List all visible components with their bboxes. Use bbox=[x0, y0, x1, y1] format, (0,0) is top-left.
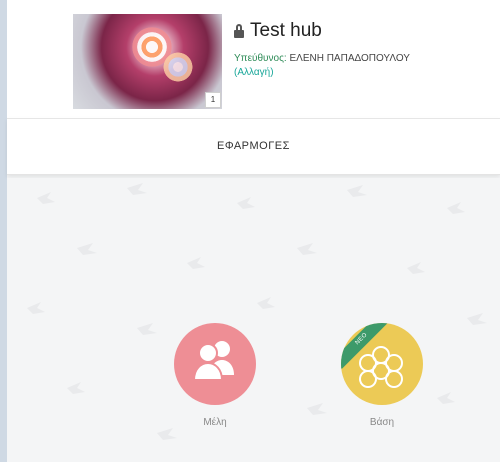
cover-count-badge[interactable]: 1 bbox=[205, 92, 221, 108]
manager-label: Υπεύθυνος: bbox=[234, 53, 287, 64]
app-members-label: Μέλη bbox=[203, 417, 227, 428]
apps-area: Μέλη ΝΕΟ Βάση bbox=[7, 178, 500, 462]
hub-title-row: Test hub bbox=[234, 18, 322, 44]
app-database-label: Βάση bbox=[369, 417, 395, 428]
manager-name: ΕΛΕΝΗ ΠΑΠΑΔΟΠΟΥΛΟΥ bbox=[289, 53, 410, 64]
hexagons-icon bbox=[359, 346, 403, 388]
app-members[interactable]: Μέλη bbox=[170, 323, 260, 428]
hub-cover-image[interactable]: 1 bbox=[73, 14, 222, 109]
tab-applications[interactable]: ΕΦΑΡΜΟΓΕΣ bbox=[7, 119, 500, 174]
hub-title: Test hub bbox=[250, 20, 322, 41]
app-database-icon-circle[interactable]: ΝΕΟ bbox=[341, 323, 423, 405]
tab-bar: ΕΦΑΡΜΟΓΕΣ bbox=[7, 118, 500, 175]
hub-manager: Υπεύθυνος: ΕΛΕΝΗ ΠΑΠΑΔΟΠΟΥΛΟΥ (Αλλαγή) bbox=[234, 52, 444, 80]
lock-icon bbox=[234, 24, 244, 38]
hub-header: 1 Test hub Υπεύθυνος: ΕΛΕΝΗ ΠΑΠΑΔΟΠΟΥΛΟΥ… bbox=[7, 0, 500, 118]
change-manager-link[interactable]: (Αλλαγή) bbox=[234, 67, 274, 78]
users-icon bbox=[192, 341, 234, 381]
app-members-icon-circle[interactable] bbox=[174, 323, 256, 405]
app-database[interactable]: ΝΕΟ Βάση bbox=[337, 323, 427, 428]
left-edge-strip bbox=[0, 0, 7, 462]
